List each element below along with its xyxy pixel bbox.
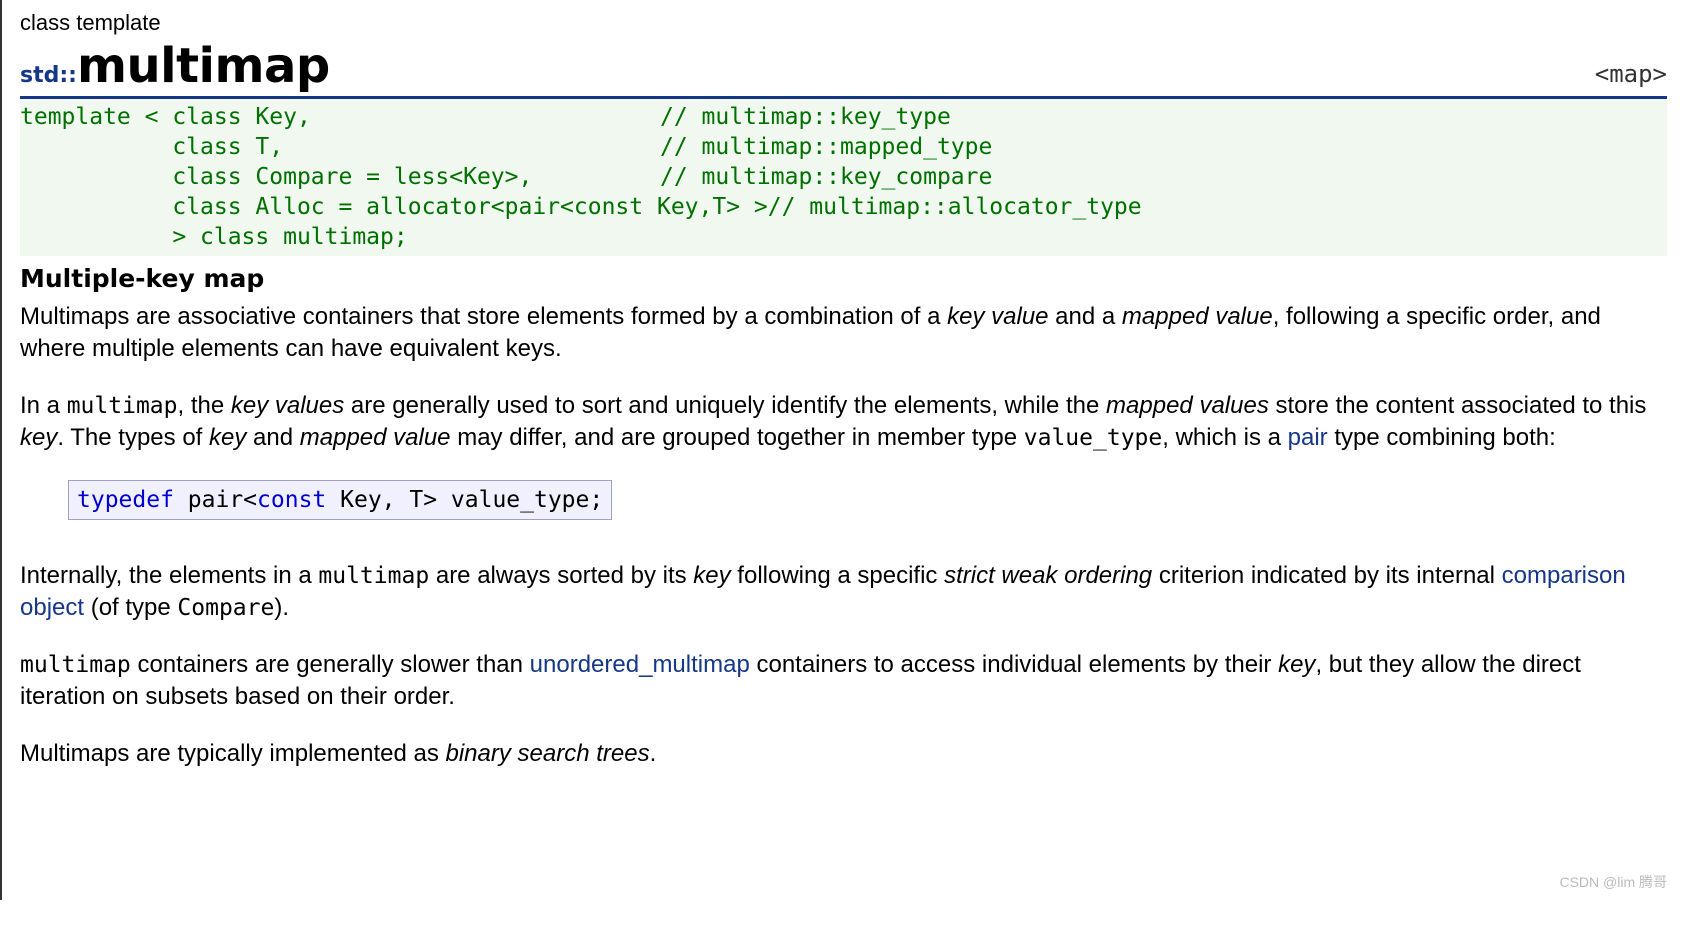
p2-t5: . The types of — [57, 424, 209, 451]
title-row: std:: multimap <map> — [20, 38, 1667, 99]
section-heading: Multiple-key map — [20, 264, 1667, 293]
syn-l1b: // multimap::key_type — [660, 104, 951, 130]
template-synopsis: template < class Key,// multimap::key_ty… — [20, 99, 1667, 256]
syn-l1a: template < class Key, — [20, 103, 660, 133]
kw-const: const — [257, 487, 326, 513]
p2-t8: , which is a — [1162, 424, 1287, 451]
paragraph-1: Multimaps are associative containers tha… — [20, 301, 1667, 363]
p3-cmpt: Compare — [177, 595, 274, 621]
p3-t5: (of type — [84, 594, 177, 621]
p2-t3: are generally used to sort and uniquely … — [344, 392, 1106, 419]
p2-key: key — [20, 424, 57, 451]
paragraph-4: multimap containers are generally slower… — [20, 649, 1667, 712]
p1-t2: and a — [1049, 303, 1122, 330]
p4-m1: multimap — [20, 652, 131, 678]
paragraph-5: Multimaps are typically implemented as b… — [20, 738, 1667, 769]
pair-link[interactable]: pair — [1288, 424, 1328, 451]
header-include-link[interactable]: <map> — [1595, 60, 1667, 88]
p3-key: key — [693, 562, 730, 589]
paragraph-2: In a multimap, the key values are genera… — [20, 390, 1667, 454]
syn-l2a: class T, — [20, 133, 660, 163]
p1-mapped-value: mapped value — [1122, 303, 1273, 330]
p2-t2: , the — [177, 392, 230, 419]
p3-t2: are always sorted by its — [429, 562, 693, 589]
syn-l4a: class Alloc = allocator<pair<const Key,T… — [20, 193, 768, 223]
class-kind-label: class template — [20, 10, 1667, 36]
p2-t4: store the content associated to this — [1269, 392, 1647, 419]
class-name: multimap — [77, 38, 330, 94]
namespace-label: std:: — [20, 63, 77, 88]
p2-mv: mapped values — [1106, 392, 1269, 419]
p5-t2: . — [650, 740, 657, 767]
p2-t9: type combining both: — [1328, 424, 1556, 451]
p4-t1: containers are generally slower than — [131, 651, 530, 678]
syn-l2b: // multimap::mapped_type — [660, 134, 992, 160]
p1-key-value: key value — [947, 303, 1048, 330]
p3-t4: criterion indicated by its internal — [1152, 562, 1502, 589]
kw-typedef: typedef — [77, 487, 174, 513]
p5-bst: binary search trees — [446, 740, 650, 767]
typedef-block: typedef pair<const Key, T> value_type; — [68, 480, 1667, 520]
p2-kv: key values — [231, 392, 344, 419]
p3-swo: strict weak ordering — [944, 562, 1152, 589]
p2-m1: multimap — [67, 393, 178, 419]
title-name: std:: multimap — [20, 38, 330, 94]
p2-mv2: mapped value — [300, 424, 451, 451]
p2-key2: key — [209, 424, 246, 451]
syn-l4b: // multimap::allocator_type — [768, 194, 1142, 220]
p3-t1: Internally, the elements in a — [20, 562, 318, 589]
p3-t3: following a specific — [731, 562, 944, 589]
p2-t1: In a — [20, 392, 67, 419]
p4-key: key — [1278, 651, 1315, 678]
p3-t6: ). — [274, 594, 289, 621]
p2-t6: and — [246, 424, 299, 451]
td-rest: Key, T> value_type; — [326, 487, 603, 513]
p3-m1: multimap — [318, 563, 429, 589]
p1-t1: Multimaps are associative containers tha… — [20, 303, 947, 330]
syn-l3a: class Compare = less<Key>, — [20, 163, 660, 193]
p4-t2: containers to access individual elements… — [750, 651, 1278, 678]
watermark-text: CSDN @lim 腾哥 — [1559, 872, 1667, 892]
syn-l3b: // multimap::key_compare — [660, 164, 992, 190]
typedef-code: typedef pair<const Key, T> value_type; — [68, 480, 612, 520]
p5-t1: Multimaps are typically implemented as — [20, 740, 446, 767]
syn-l5: > class multimap; — [20, 224, 408, 250]
paragraph-3: Internally, the elements in a multimap a… — [20, 560, 1667, 624]
p2-t7: may differ, and are grouped together in … — [451, 424, 1024, 451]
p2-vt: value_type — [1024, 425, 1162, 451]
unordered-multimap-link[interactable]: unordered_multimap — [530, 651, 750, 678]
td-mid: pair< — [174, 487, 257, 513]
